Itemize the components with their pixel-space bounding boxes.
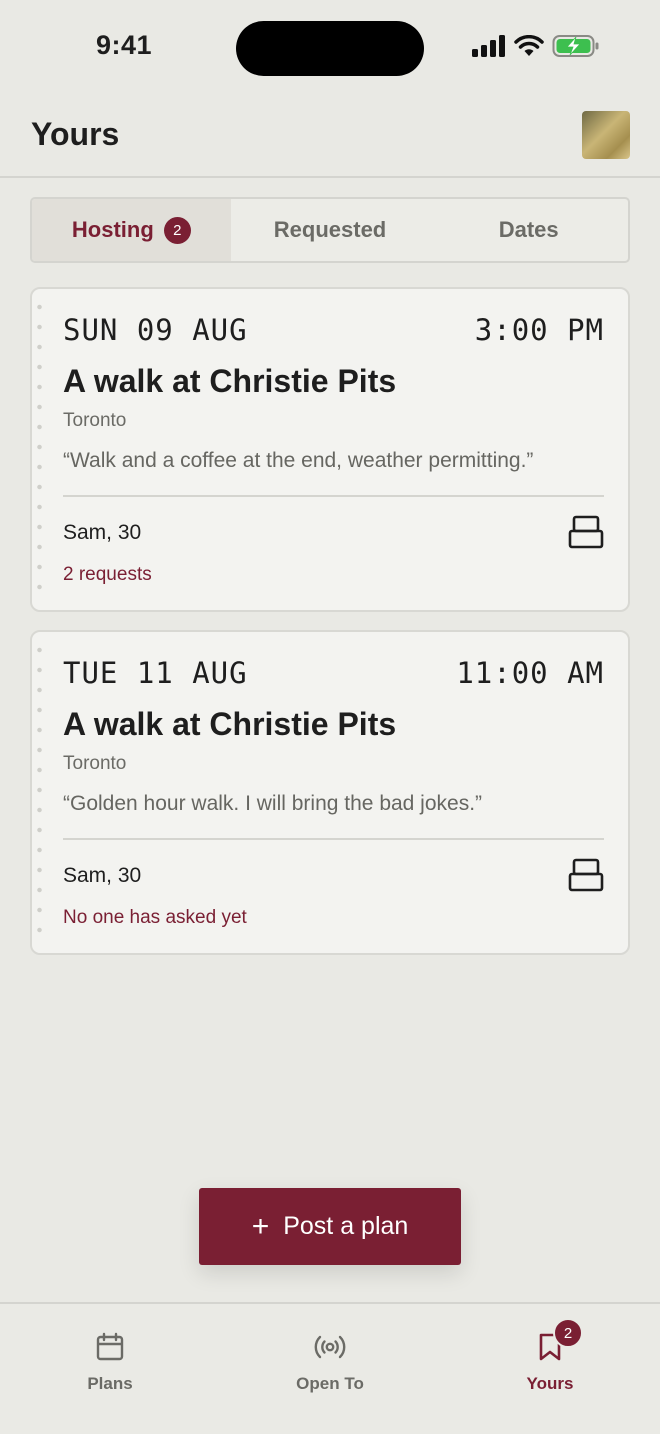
plus-icon: + (251, 1209, 270, 1243)
calendar-icon (96, 1332, 124, 1361)
plan-date: SUN 09 AUG (63, 313, 248, 347)
plan-request-status[interactable]: 2 requests (63, 564, 152, 586)
perforation-dots (37, 640, 42, 945)
card-divider (63, 495, 604, 497)
plan-title: A walk at Christie Pits (63, 363, 397, 399)
plan-time: 3:00 PM (474, 313, 604, 347)
post-plan-button[interactable]: + Post a plan (199, 1188, 461, 1265)
status-bar: 9:41 (0, 0, 660, 96)
wifi-icon (514, 35, 544, 56)
tab-open-to[interactable]: Open To (220, 1330, 440, 1394)
plan-title: A walk at Christie Pits (63, 706, 397, 742)
avatar[interactable] (582, 111, 630, 159)
tab-hosting-label: Hosting (71, 217, 154, 242)
tab-requested[interactable]: Requested (231, 199, 430, 261)
cellular-signal-icon (472, 35, 505, 57)
plan-date: TUE 11 AUG (63, 656, 248, 690)
tab-plans[interactable]: Plans (0, 1330, 220, 1394)
dynamic-island (236, 21, 424, 76)
plan-request-status: No one has asked yet (63, 907, 247, 928)
tab-requested-label: Requested (273, 217, 387, 242)
perforation-dots (37, 297, 42, 602)
plan-card[interactable]: SUN 09 AUG 3:00 PM A walk at Christie Pi… (30, 287, 630, 612)
tab-dates-label: Dates (498, 217, 559, 242)
tab-plans-label: Plans (87, 1374, 133, 1393)
battery-charging-icon (552, 35, 599, 57)
plan-city: Toronto (63, 753, 127, 774)
page-header: Yours (0, 96, 660, 178)
plan-host: Sam, 30 (63, 521, 142, 544)
plan-city: Toronto (63, 410, 127, 431)
page-title: Yours (31, 116, 120, 152)
seat-icon (568, 858, 604, 892)
broadcast-icon (314, 1335, 346, 1359)
hosting-count-badge: 2 (163, 216, 191, 244)
plan-card[interactable]: TUE 11 AUG 11:00 AM A walk at Christie P… (30, 630, 630, 955)
seat-icon (568, 515, 604, 549)
plan-quote: “Walk and a coffee at the end, weather p… (63, 449, 534, 472)
card-divider (63, 838, 604, 840)
tab-dates[interactable]: Dates (429, 199, 628, 261)
segmented-control: Hosting 2 Requested Dates (30, 197, 630, 263)
yours-count-badge: 2 (553, 1318, 583, 1348)
bottom-tab-bar: Plans Open To 2 Yours (0, 1302, 660, 1434)
plan-time: 11:00 AM (456, 656, 604, 690)
status-icons (472, 34, 600, 58)
tab-yours[interactable]: 2 Yours (440, 1318, 660, 1394)
status-time: 9:41 (96, 30, 153, 60)
plan-host: Sam, 30 (63, 864, 142, 887)
plan-quote: “Golden hour walk. I will bring the bad … (63, 792, 483, 815)
post-plan-label: Post a plan (283, 1212, 409, 1240)
tab-hosting[interactable]: Hosting 2 (32, 199, 231, 261)
tab-yours-label: Yours (526, 1374, 574, 1393)
tab-open-to-label: Open To (296, 1374, 364, 1393)
